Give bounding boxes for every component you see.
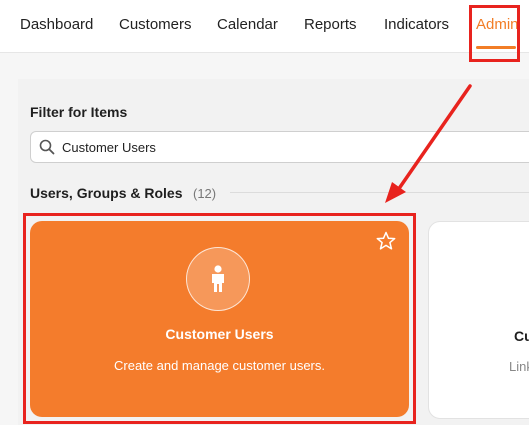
nav-dashboard[interactable]: Dashboard (20, 16, 93, 33)
section-count: (12) (193, 186, 217, 201)
nav-indicators[interactable]: Indicators (384, 16, 449, 33)
nav-calendar[interactable]: Calendar (217, 16, 278, 33)
search-icon (39, 139, 55, 155)
second-card[interactable]: Cu Link (428, 221, 529, 419)
nav-reports[interactable]: Reports (304, 16, 357, 33)
filter-input-value: Customer Users (62, 140, 156, 155)
nav-customers[interactable]: Customers (119, 16, 192, 33)
filter-title: Filter for Items (30, 104, 128, 120)
top-navigation: Dashboard Customers Calendar Reports Ind… (0, 0, 529, 53)
card-description: Link (509, 359, 529, 374)
section-divider (230, 192, 529, 193)
card-title: Cu (514, 328, 529, 344)
section-title: Users, Groups & Roles (30, 185, 183, 201)
filter-input[interactable]: Customer Users (30, 131, 529, 163)
annotation-highlight-admin (469, 5, 520, 62)
annotation-highlight-card (23, 213, 416, 424)
